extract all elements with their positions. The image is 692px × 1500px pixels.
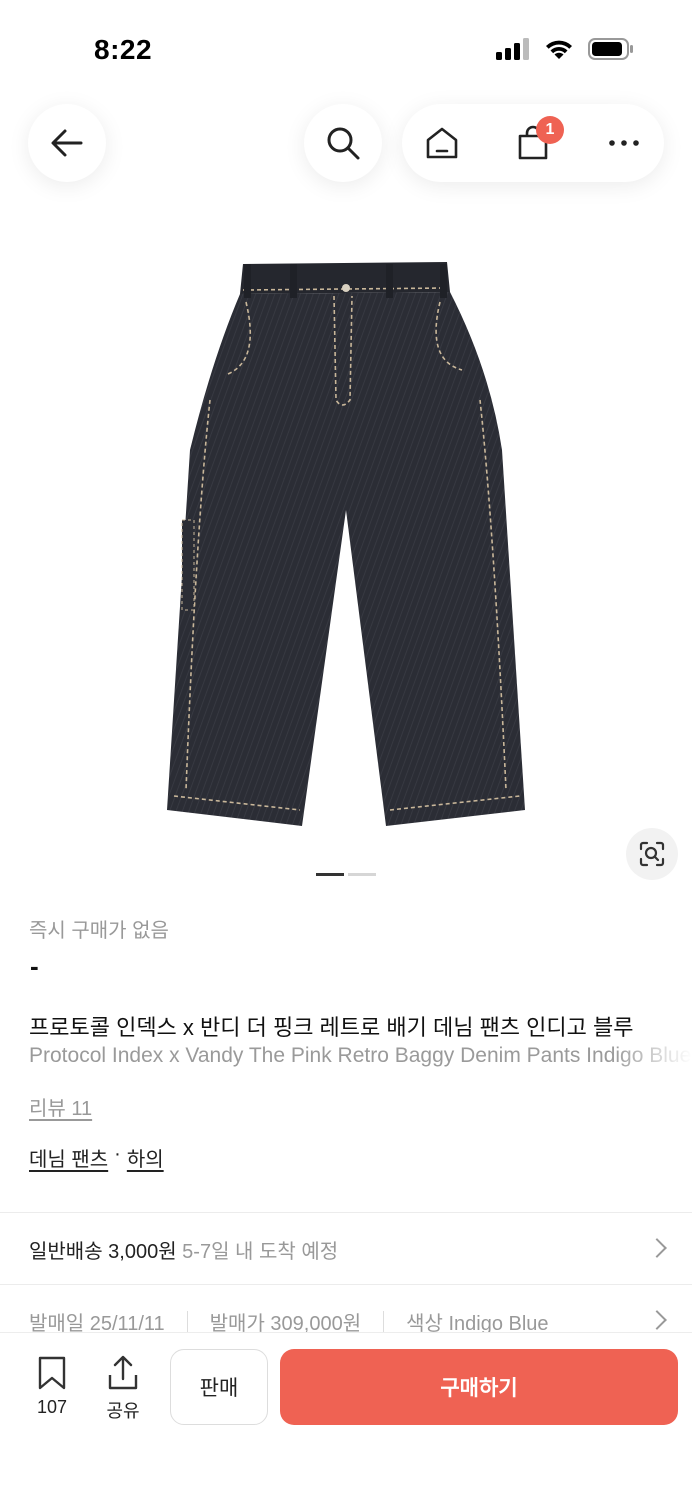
cart-count-badge: 1 <box>536 116 564 144</box>
bookmark-count: 107 <box>36 1397 68 1417</box>
sell-button[interactable]: 판매 <box>170 1349 268 1425</box>
bookmark-icon <box>38 1356 66 1390</box>
category-denim-pants-link[interactable]: 데님 팬츠 <box>29 1143 108 1172</box>
status-icons <box>496 38 634 60</box>
home-icon <box>426 127 458 159</box>
denim-pants-illustration <box>167 262 525 826</box>
instant-buy-label: 즉시 구매가 없음 <box>29 920 169 942</box>
pager-dot <box>348 873 376 876</box>
pager-dot-active <box>316 873 344 876</box>
divider <box>0 1284 692 1285</box>
cellular-signal-icon <box>496 38 529 60</box>
bottom-action-bar: 107 공유 판매 구매하기 <box>0 1332 692 1500</box>
price-value: - <box>30 951 39 981</box>
category-separator: · <box>114 1143 121 1165</box>
chevron-right-icon <box>647 1238 667 1258</box>
arrow-left-icon <box>51 129 83 157</box>
product-title-ko: 프로토콜 인덱스 x 반디 더 핑크 레트로 배기 데님 팬츠 인디고 블루 <box>29 1015 634 1040</box>
bookmark-button[interactable]: 107 <box>22 1355 82 1418</box>
category-breadcrumb: 데님 팬츠 · 하의 <box>29 1143 164 1172</box>
product-title-en: Protocol Index x Vandy The Pink Retro Ba… <box>29 1044 692 1067</box>
header-action-group <box>402 104 664 182</box>
shipping-eta: 5-7일 내 도착 예정 <box>182 1241 339 1263</box>
review-link[interactable]: 리뷰 11 <box>29 1092 92 1121</box>
chevron-right-icon <box>647 1310 667 1330</box>
status-time: 8:22 <box>94 34 153 65</box>
search-icon <box>327 127 360 160</box>
battery-icon <box>588 38 633 60</box>
category-bottoms-link[interactable]: 하의 <box>127 1143 164 1172</box>
product-image[interactable] <box>150 250 542 840</box>
shipping-label: 일반배송 3,000원 <box>29 1241 177 1263</box>
home-button[interactable] <box>412 104 472 182</box>
spec-separator <box>383 1310 385 1333</box>
wifi-icon <box>546 40 572 59</box>
more-dots-icon <box>609 140 639 146</box>
back-button[interactable] <box>28 104 106 182</box>
share-label: 공유 <box>106 1401 140 1421</box>
shipping-info: 일반배송 3,000원 5-7일 내 도착 예정 <box>29 1235 338 1264</box>
more-button[interactable] <box>594 104 654 182</box>
buy-button[interactable]: 구매하기 <box>280 1349 678 1425</box>
share-icon <box>108 1355 138 1390</box>
camera-lens-icon <box>639 841 665 867</box>
image-pager <box>316 873 376 876</box>
search-button[interactable] <box>304 104 382 182</box>
image-search-button[interactable] <box>626 828 678 880</box>
spec-separator <box>186 1310 188 1333</box>
share-button[interactable]: 공유 <box>93 1355 153 1423</box>
status-bar: 8:22 <box>0 0 692 100</box>
divider <box>0 1212 692 1213</box>
